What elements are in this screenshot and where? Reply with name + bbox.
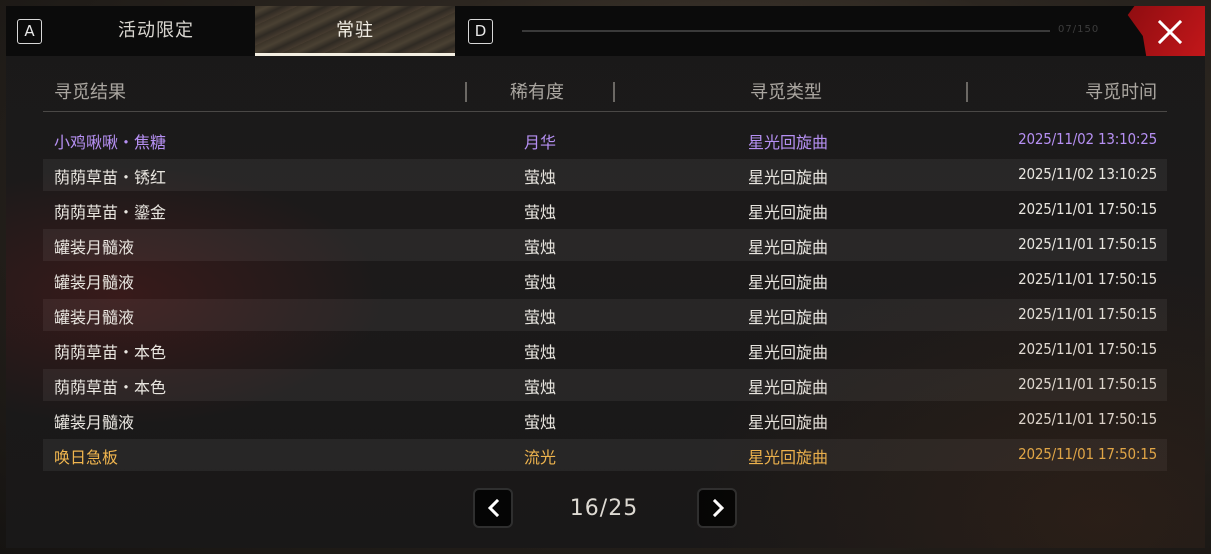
cell-type: 星光回旋曲 [748, 133, 829, 152]
tab-bar: A 活动限定 常驻 D 07/150 [6, 6, 1205, 56]
close-icon [1157, 19, 1183, 45]
table-header: 寻觅结果 稀有度 寻觅类型 寻觅时间 [43, 70, 1167, 112]
cell-result: 罐装月髓液 [54, 238, 135, 257]
chevron-left-icon [487, 499, 500, 517]
cell-result: 唤日急板 [54, 448, 119, 467]
header-divider [465, 82, 467, 102]
table-row: 小鸡啾啾・焦糖 月华 星光回旋曲 2025/11/02 13:10:25 [43, 124, 1167, 156]
progress-track [522, 30, 1050, 32]
history-table: 寻觅结果 稀有度 寻觅类型 寻觅时间 小鸡啾啾・焦糖 月华 星光回旋曲 2025… [43, 70, 1167, 474]
cell-result: 荫荫草苗・锈红 [54, 168, 167, 187]
cell-rarity: 萤烛 [524, 413, 557, 432]
cell-rarity: 萤烛 [524, 203, 557, 222]
cell-time: 2025/11/01 17:50:15 [1018, 445, 1157, 463]
cell-time: 2025/11/01 17:50:15 [1018, 235, 1157, 253]
cell-type: 星光回旋曲 [748, 273, 829, 292]
cell-time: 2025/11/01 17:50:15 [1018, 340, 1157, 358]
cell-type: 星光回旋曲 [748, 203, 829, 222]
cell-type: 星光回旋曲 [748, 413, 829, 432]
table-row: 荫荫草苗・本色 萤烛 星光回旋曲 2025/11/01 17:50:15 [43, 334, 1167, 366]
header-rarity: 稀有度 [510, 82, 564, 103]
progress-label: 07/150 [1058, 24, 1100, 35]
cell-rarity: 萤烛 [524, 273, 557, 292]
cell-rarity: 月华 [524, 133, 557, 152]
header-result: 寻觅结果 [54, 82, 126, 103]
cell-type: 星光回旋曲 [748, 168, 829, 187]
cell-type: 星光回旋曲 [748, 343, 829, 362]
key-hint-d: D [468, 19, 493, 44]
cell-type: 星光回旋曲 [748, 448, 829, 467]
cell-time: 2025/11/02 13:10:25 [1018, 165, 1157, 183]
cell-time: 2025/11/01 17:50:15 [1018, 200, 1157, 218]
tab-permanent[interactable]: 常驻 [255, 6, 455, 56]
table-row: 唤日急板 流光 星光回旋曲 2025/11/01 17:50:15 [43, 439, 1167, 471]
table-row: 罐装月髓液 萤烛 星光回旋曲 2025/11/01 17:50:15 [43, 264, 1167, 296]
cell-result: 罐装月髓液 [54, 273, 135, 292]
header-divider [966, 82, 968, 102]
key-hint-a: A [17, 19, 42, 44]
cell-rarity: 流光 [524, 448, 557, 467]
cell-result: 荫荫草苗・鎏金 [54, 203, 167, 222]
close-button[interactable] [1127, 6, 1205, 56]
cell-time: 2025/11/01 17:50:15 [1018, 305, 1157, 323]
cell-type: 星光回旋曲 [748, 378, 829, 397]
cell-rarity: 萤烛 [524, 343, 557, 362]
cell-type: 星光回旋曲 [748, 238, 829, 257]
header-time: 寻觅时间 [1085, 82, 1157, 103]
cell-time: 2025/11/02 13:10:25 [1018, 130, 1157, 148]
tab-limited-event[interactable]: 活动限定 [58, 6, 254, 56]
cell-result: 荫荫草苗・本色 [54, 378, 167, 397]
prev-page-button[interactable] [473, 488, 513, 528]
header-divider [613, 82, 615, 102]
chevron-right-icon [712, 499, 725, 517]
history-panel: A 活动限定 常驻 D 07/150 寻觅结果 稀有度 寻觅类型 寻觅时间 小鸡… [6, 6, 1205, 548]
cell-result: 罐装月髓液 [54, 413, 135, 432]
table-row: 荫荫草苗・鎏金 萤烛 星光回旋曲 2025/11/01 17:50:15 [43, 194, 1167, 226]
cell-rarity: 萤烛 [524, 238, 557, 257]
cell-rarity: 萤烛 [524, 308, 557, 327]
cell-result: 荫荫草苗・本色 [54, 343, 167, 362]
cell-rarity: 萤烛 [524, 378, 557, 397]
cell-type: 星光回旋曲 [748, 308, 829, 327]
table-body: 小鸡啾啾・焦糖 月华 星光回旋曲 2025/11/02 13:10:25 荫荫草… [43, 124, 1167, 471]
cell-rarity: 萤烛 [524, 168, 557, 187]
cell-result: 小鸡啾啾・焦糖 [54, 133, 167, 152]
table-row: 荫荫草苗・本色 萤烛 星光回旋曲 2025/11/01 17:50:15 [43, 369, 1167, 401]
table-row: 罐装月髓液 萤烛 星光回旋曲 2025/11/01 17:50:15 [43, 299, 1167, 331]
table-row: 罐装月髓液 萤烛 星光回旋曲 2025/11/01 17:50:15 [43, 404, 1167, 436]
cell-time: 2025/11/01 17:50:15 [1018, 410, 1157, 428]
cell-result: 罐装月髓液 [54, 308, 135, 327]
cell-time: 2025/11/01 17:50:15 [1018, 375, 1157, 393]
next-page-button[interactable] [697, 488, 737, 528]
header-type: 寻觅类型 [750, 82, 822, 103]
table-row: 罐装月髓液 萤烛 星光回旋曲 2025/11/01 17:50:15 [43, 229, 1167, 261]
page-indicator: 16/25 [569, 496, 639, 521]
cell-time: 2025/11/01 17:50:15 [1018, 270, 1157, 288]
table-row: 荫荫草苗・锈红 萤烛 星光回旋曲 2025/11/02 13:10:25 [43, 159, 1167, 191]
